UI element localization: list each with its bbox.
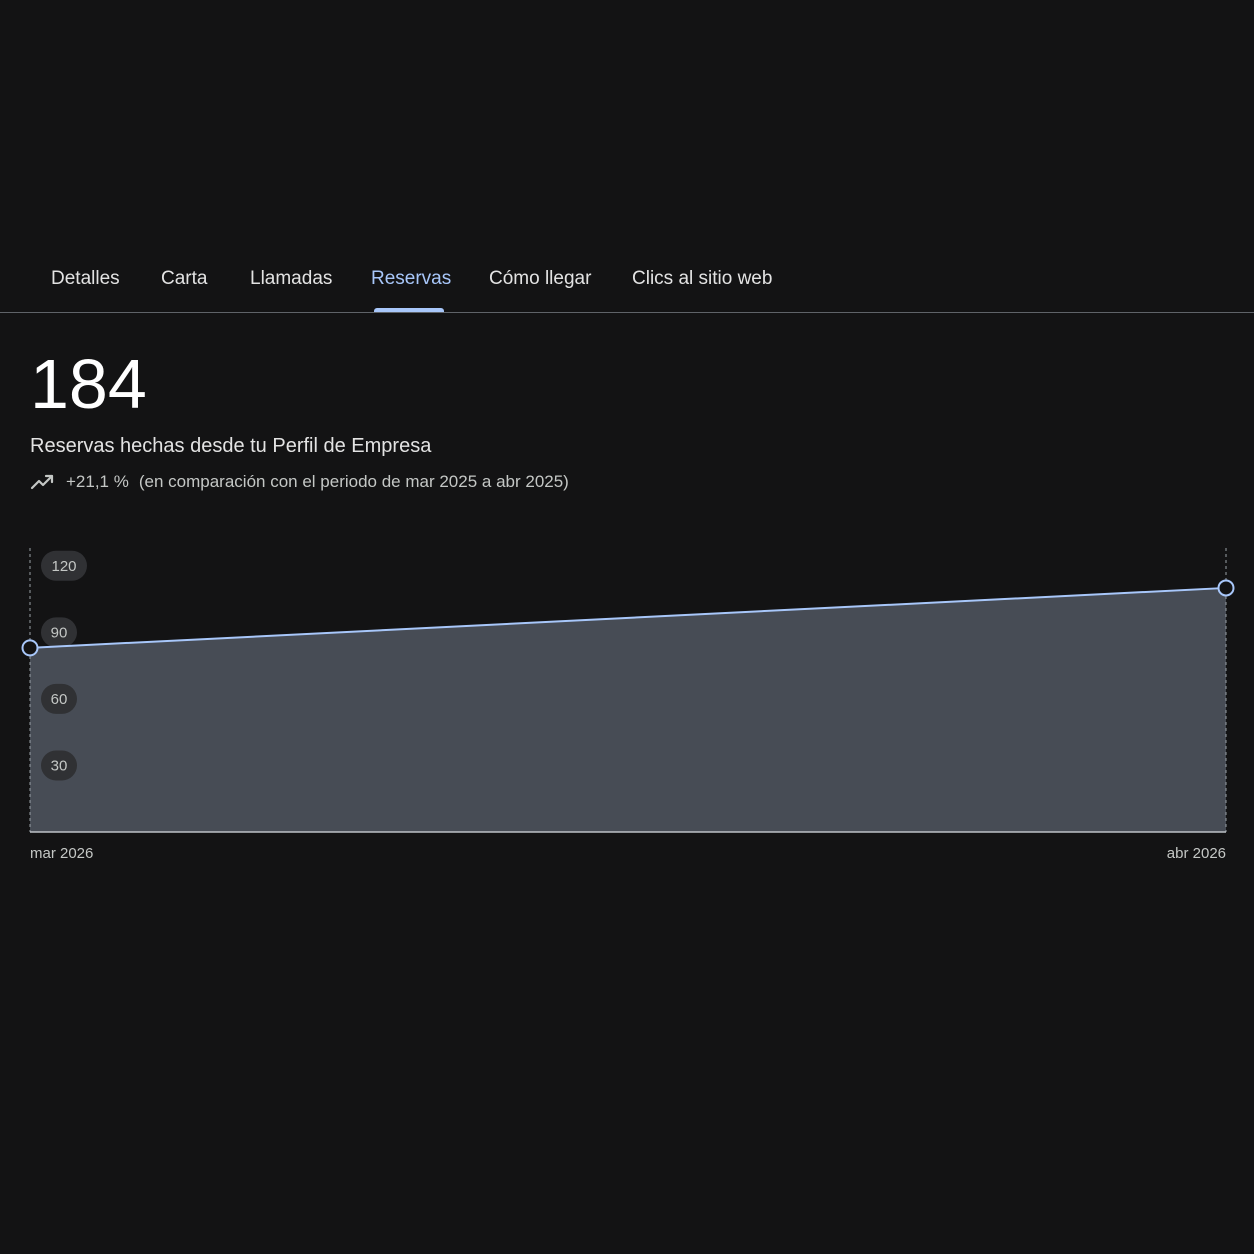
trend-row: +21,1 % (en comparación con el periodo d… (30, 470, 569, 494)
x-tick-label-0: mar 2026 (30, 845, 93, 862)
change-percent: +21,1 % (66, 472, 129, 491)
y-tick-label-30: 30 (51, 757, 68, 774)
y-tick-label-60: 60 (51, 691, 68, 708)
tab-clics-sitio-web[interactable]: Clics al sitio web (632, 268, 772, 290)
tab-bar: Detalles Carta Llamadas Reservas Cómo ll… (0, 0, 1254, 313)
tab-como-llegar[interactable]: Cómo llegar (489, 268, 591, 290)
y-tick-label-90: 90 (51, 624, 68, 641)
metric-description: Reservas hechas desde tu Perfil de Empre… (30, 435, 432, 457)
comparison-text: (en comparación con el periodo de mar 20… (138, 472, 569, 491)
tab-detalles[interactable]: Detalles (51, 268, 120, 290)
tab-llamadas[interactable]: Llamadas (250, 268, 332, 290)
area-fill (30, 587, 1226, 832)
data-point-0 (21, 639, 39, 657)
tab-reservas[interactable]: Reservas (371, 268, 451, 290)
tab-carta[interactable]: Carta (161, 268, 207, 290)
active-tab-indicator (374, 308, 444, 312)
reservations-area-chart: 30 60 90 120 mar 2026 abr 2026 (21, 548, 1235, 862)
y-tick-label-120: 120 (51, 558, 76, 575)
data-point-1 (1217, 579, 1235, 597)
x-tick-label-1: abr 2026 (1167, 845, 1226, 862)
total-reservations-value: 184 (30, 345, 147, 423)
trending-up-icon (30, 474, 54, 490)
